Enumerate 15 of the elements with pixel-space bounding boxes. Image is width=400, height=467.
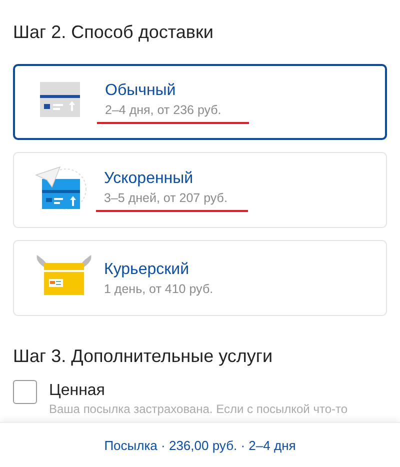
step-title: Шаг 3. Дополнительные услуги	[13, 345, 274, 368]
option-details: 2–4 дня, от 236 руб.	[105, 102, 222, 119]
option-details: 3–5 дней, от 207 руб.	[104, 190, 228, 207]
option-details: 1 день, от 410 руб.	[104, 280, 214, 298]
delivery-option-card[interactable]: Обычный 2–4 дня, от 236 руб.	[13, 64, 387, 140]
step-title: Шаг 2. Способ доставки	[13, 21, 214, 44]
option-name: Курьерский	[104, 260, 190, 280]
service-description: Ваша посылка застрахована. Если с посылкой что-то	[49, 402, 348, 417]
service-name: Ценная	[49, 381, 105, 401]
option-name: Обычный	[105, 81, 176, 101]
delivery-option-card[interactable]: Курьерский 1 день, от 410 руб.	[13, 240, 387, 316]
checkbox[interactable]	[13, 380, 37, 404]
delivery-option-card[interactable]: Ускоренный 3–5 дней, от 207 руб.	[13, 152, 387, 228]
order-summary[interactable]: Посылка · 236,00 руб. · 2–4 дня	[104, 438, 296, 452]
option-name: Ускоренный	[104, 169, 194, 189]
